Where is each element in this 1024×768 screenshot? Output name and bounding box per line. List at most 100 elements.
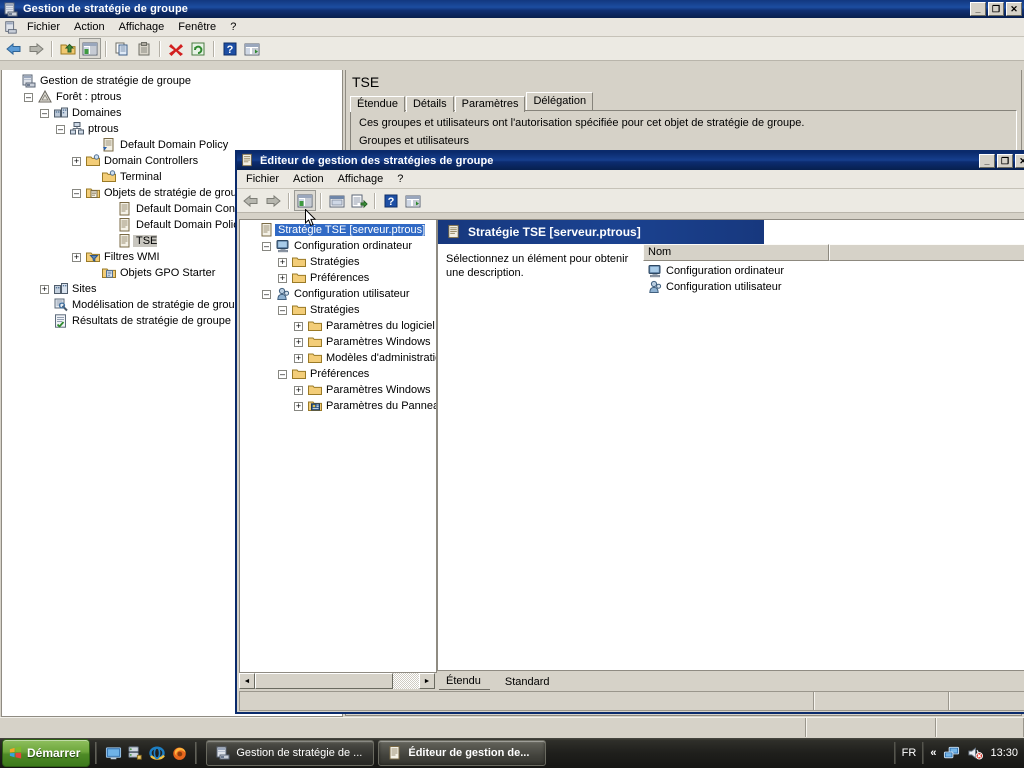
gpme-titlebar[interactable]: Éditeur de gestion des stratégies de gro… bbox=[237, 152, 1024, 170]
collapse-icon[interactable]: – bbox=[258, 241, 275, 251]
gpme-menu-fichier[interactable]: Fichier bbox=[239, 171, 286, 187]
expand-icon[interactable]: + bbox=[290, 385, 307, 395]
tree-item[interactable]: – Domaines bbox=[2, 105, 342, 121]
delete-icon[interactable] bbox=[165, 38, 187, 59]
table-row[interactable]: Configuration utilisateur bbox=[643, 279, 1024, 295]
tray-expand-button[interactable]: « bbox=[930, 747, 936, 759]
menu-action[interactable]: Action bbox=[67, 19, 112, 35]
expand-icon[interactable]: + bbox=[36, 284, 53, 294]
tree-item[interactable]: + Modèles d'administratio bbox=[240, 350, 436, 366]
expand-icon[interactable]: + bbox=[274, 257, 291, 267]
tree-item[interactable]: – Préférences bbox=[240, 366, 436, 382]
scroll-right-button[interactable]: ► bbox=[419, 673, 435, 689]
tree-item[interactable]: + Préférences bbox=[240, 270, 436, 286]
paste-icon[interactable] bbox=[133, 38, 155, 59]
up-folder-icon[interactable] bbox=[57, 38, 79, 59]
expand-icon[interactable]: + bbox=[290, 401, 307, 411]
forward-arrow-icon[interactable] bbox=[262, 190, 284, 211]
network-icon[interactable] bbox=[942, 744, 960, 762]
collapse-icon[interactable]: – bbox=[36, 108, 53, 118]
gpo-tab-0[interactable]: Étendue bbox=[350, 96, 405, 112]
column-header-blank[interactable] bbox=[829, 244, 1024, 261]
tree-item[interactable]: + Paramètres du Pannea bbox=[240, 398, 436, 414]
firefox-icon[interactable] bbox=[168, 741, 190, 765]
menu-help[interactable]: ? bbox=[223, 19, 243, 35]
result-listview[interactable]: Nom Configuration ordinateur Configuratio… bbox=[643, 244, 1024, 295]
clock[interactable]: 13:30 bbox=[990, 747, 1018, 759]
tree-item[interactable]: – Stratégies bbox=[240, 302, 436, 318]
tree-item[interactable]: Gestion de stratégie de groupe bbox=[2, 73, 342, 89]
expand-icon[interactable]: + bbox=[290, 321, 307, 331]
tree-item[interactable]: + Paramètres Windows bbox=[240, 382, 436, 398]
gpme-tree-panel[interactable]: Stratégie TSE [serveur.ptrous] – Configura… bbox=[239, 219, 437, 673]
tree-item[interactable]: – ptrous bbox=[2, 121, 342, 137]
expand-icon[interactable]: + bbox=[68, 252, 85, 262]
taskbar-task-button[interactable]: Éditeur de gestion de... bbox=[378, 740, 547, 766]
properties-icon[interactable] bbox=[326, 190, 348, 211]
expand-icon[interactable]: + bbox=[68, 156, 85, 166]
collapse-icon[interactable]: – bbox=[258, 289, 275, 299]
gpo-tab-3[interactable]: Délégation bbox=[526, 92, 594, 110]
start-button[interactable]: Démarrer bbox=[2, 739, 91, 767]
show-tree-icon[interactable] bbox=[294, 190, 316, 211]
menu-affichage[interactable]: Affichage bbox=[112, 19, 172, 35]
scroll-left-button[interactable]: ◄ bbox=[239, 673, 255, 689]
gpme-menu-help[interactable]: ? bbox=[390, 171, 410, 187]
column-header-nom[interactable]: Nom bbox=[643, 244, 829, 261]
help-icon[interactable]: ? bbox=[380, 190, 402, 211]
internet-explorer-icon[interactable] bbox=[146, 741, 168, 765]
collapse-icon[interactable]: – bbox=[20, 92, 37, 102]
listview-header[interactable]: Nom bbox=[643, 244, 1024, 261]
tree-item[interactable]: – Forêt : ptrous bbox=[2, 89, 342, 105]
collapse-icon[interactable]: – bbox=[274, 369, 291, 379]
gpme-tree-hscrollbar[interactable]: ◄ ► bbox=[239, 673, 435, 689]
main-window-titlebar[interactable]: Gestion de stratégie de groupe _ ❐ ✕ bbox=[0, 0, 1024, 18]
tree-item[interactable]: Stratégie TSE [serveur.ptrous] bbox=[240, 222, 436, 238]
scroll-thumb[interactable] bbox=[255, 673, 393, 689]
delegation-subheading: Groupes et utilisateurs bbox=[359, 135, 470, 147]
forward-arrow-icon[interactable] bbox=[25, 38, 47, 59]
menu-fichier[interactable]: Fichier bbox=[20, 19, 67, 35]
tab-etendu[interactable]: Étendu bbox=[439, 674, 496, 690]
back-arrow-icon[interactable] bbox=[3, 38, 25, 59]
volume-muted-icon[interactable] bbox=[966, 744, 984, 762]
minimize-button[interactable]: _ bbox=[970, 2, 986, 16]
tree-item[interactable]: + Paramètres Windows bbox=[240, 334, 436, 350]
server-manager-icon[interactable] bbox=[124, 741, 146, 765]
show-tree-icon[interactable] bbox=[79, 38, 101, 59]
collapse-icon[interactable]: – bbox=[68, 188, 85, 198]
table-row[interactable]: Configuration ordinateur bbox=[643, 263, 1024, 279]
restore-button[interactable]: ❐ bbox=[997, 154, 1013, 168]
scroll-track[interactable] bbox=[393, 673, 419, 689]
tree-item[interactable]: – Configuration ordinateur bbox=[240, 238, 436, 254]
collapse-icon[interactable]: – bbox=[52, 124, 69, 134]
gpo-tab-2[interactable]: Paramètres bbox=[454, 96, 526, 112]
refresh-icon[interactable] bbox=[187, 38, 209, 59]
close-button[interactable]: ✕ bbox=[1015, 154, 1024, 168]
back-arrow-icon[interactable] bbox=[240, 190, 262, 211]
tree-item[interactable]: + Stratégies bbox=[240, 254, 436, 270]
minimize-button[interactable]: _ bbox=[979, 154, 995, 168]
tab-standard[interactable]: Standard bbox=[497, 675, 565, 690]
gpo-tab-1[interactable]: Détails bbox=[405, 96, 454, 112]
tree-item[interactable]: – Configuration utilisateur bbox=[240, 286, 436, 302]
properties-icon[interactable] bbox=[241, 38, 263, 59]
maximize-button[interactable]: ❐ bbox=[988, 2, 1004, 16]
tree-item[interactable]: + Paramètres du logiciel bbox=[240, 318, 436, 334]
expand-icon[interactable]: + bbox=[274, 273, 291, 283]
language-indicator[interactable]: FR bbox=[902, 747, 917, 759]
expand-icon[interactable]: + bbox=[290, 337, 307, 347]
show-desktop-icon[interactable] bbox=[102, 741, 124, 765]
gpme-menu-affichage[interactable]: Affichage bbox=[331, 171, 391, 187]
close-button[interactable]: ✕ bbox=[1006, 2, 1022, 16]
expand-icon[interactable]: + bbox=[290, 353, 307, 363]
gpme-menu-action[interactable]: Action bbox=[286, 171, 331, 187]
copy-icon[interactable] bbox=[111, 38, 133, 59]
taskbar-task-button[interactable]: Gestion de stratégie de ... bbox=[206, 740, 375, 766]
help-icon[interactable]: ? bbox=[219, 38, 241, 59]
export-list-icon[interactable] bbox=[348, 190, 370, 211]
show-pane-icon[interactable] bbox=[402, 190, 424, 211]
menu-fenetre[interactable]: Fenêtre bbox=[171, 19, 223, 35]
gpme-view-tabs[interactable]: Étendu Standard bbox=[439, 673, 565, 690]
collapse-icon[interactable]: – bbox=[274, 305, 291, 315]
